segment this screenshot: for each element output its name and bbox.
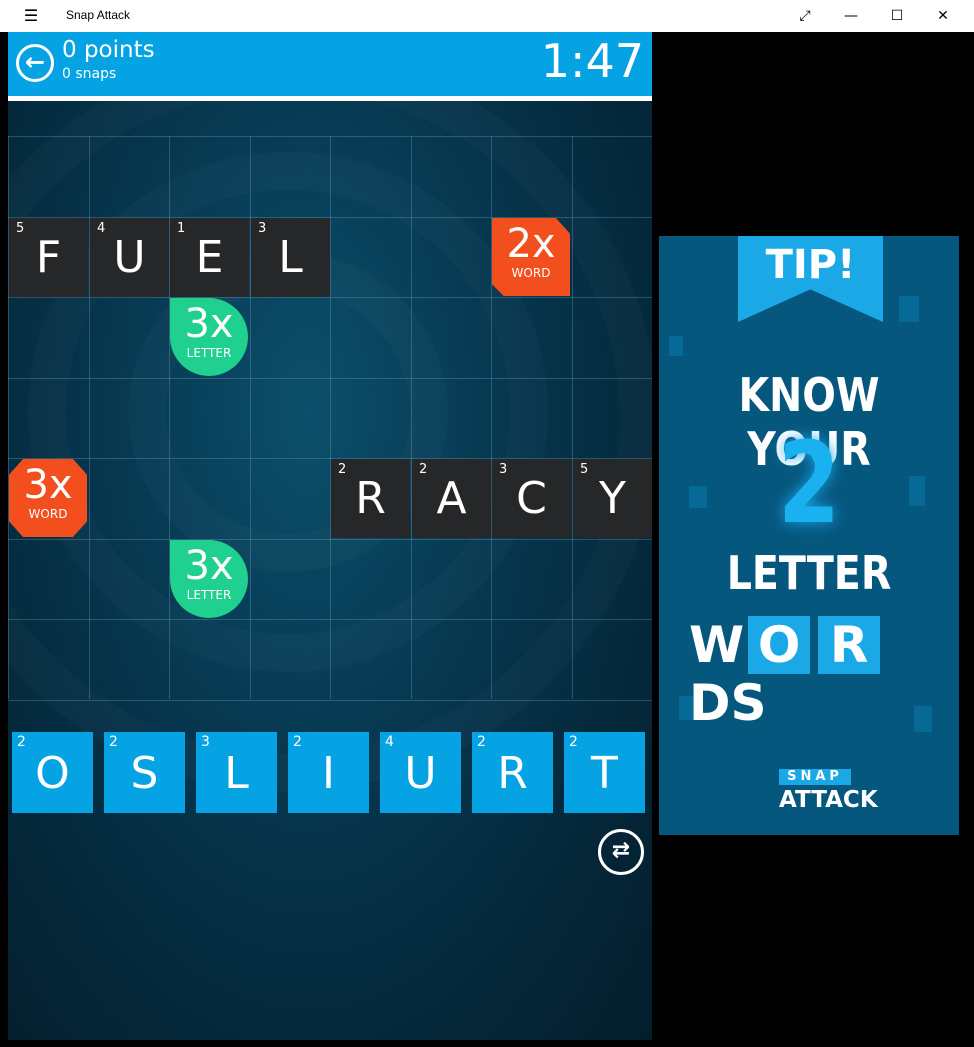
tile-letter: S <box>130 748 159 799</box>
rack-tile[interactable]: 2R <box>472 732 553 813</box>
tile-letter: E <box>195 232 224 283</box>
board-gridline <box>491 136 492 699</box>
rack-tile[interactable]: 4U <box>380 732 461 813</box>
board-tile: 5F <box>9 218 88 297</box>
tile-letter: L <box>278 232 303 283</box>
tip-ribbon: TIP! <box>738 236 883 322</box>
points-label: 0 points <box>62 37 155 63</box>
ad-word-part: W <box>689 616 745 674</box>
ad-word-part: DS <box>689 674 767 732</box>
board-tile: 1E <box>170 218 249 297</box>
tile-letter: Y <box>599 473 626 524</box>
title-bar: ☰ Snap Attack ⤢ — ☐ ✕ <box>0 0 974 32</box>
bonus-multiplier: 3x <box>184 301 234 347</box>
snaps-label: 0 snaps <box>62 66 117 82</box>
ad-number: 2 <box>777 419 841 549</box>
tile-letter: R <box>497 748 528 799</box>
maximize-button[interactable]: ☐ <box>874 0 920 32</box>
tile-letter: T <box>591 748 618 799</box>
ad-decoration <box>669 336 683 356</box>
rack-tile[interactable]: 2I <box>288 732 369 813</box>
tile-letter: A <box>436 473 467 524</box>
menu-icon[interactable]: ☰ <box>18 6 44 26</box>
game-board[interactable]: 5 F 4 U 1 E 3 L 2 R 2 A 3 C 5 Y 2x WORD 3x LETTER 3x WORD 3x LE… <box>8 136 652 701</box>
board-tile: 3L <box>251 218 330 297</box>
tile-letter: I <box>322 748 335 799</box>
board-gridline <box>330 136 331 699</box>
ad-word-part-highlight: R <box>818 616 881 674</box>
word-bonus-square: 3x WORD <box>9 459 87 537</box>
tile-letter: O <box>35 748 70 799</box>
window-title: Snap Attack <box>66 8 131 22</box>
timer: 1:47 <box>540 34 644 88</box>
tip-ad-banner[interactable]: TIP! KNOW YOUR 2 LETTER W O RDS SNAP ATTAC… <box>659 236 959 835</box>
ad-word-part-highlight: O <box>748 616 811 674</box>
letter-bonus-square: 3x LETTER <box>170 540 248 618</box>
rack-tile[interactable]: 2S <box>104 732 185 813</box>
bonus-kind: WORD <box>28 507 68 521</box>
tile-letter: U <box>404 748 437 799</box>
header-divider <box>8 96 652 101</box>
board-tile: 2A <box>412 459 491 538</box>
board-tile: 2R <box>331 459 410 538</box>
bonus-kind: LETTER <box>186 346 232 360</box>
board-tile: 4U <box>90 218 169 297</box>
tile-letter: C <box>516 473 547 524</box>
tile-letter: L <box>224 748 249 799</box>
rack-tile[interactable]: 2T <box>564 732 645 813</box>
shuffle-icon[interactable]: ⇄ <box>598 829 644 875</box>
bonus-kind: WORD <box>511 266 551 280</box>
rack-tile[interactable]: 3L <box>196 732 277 813</box>
bonus-multiplier: 3x <box>184 543 234 589</box>
score-header: ← 0 points 0 snaps 1:47 <box>8 32 652 101</box>
tile-letter: F <box>35 232 62 283</box>
minimize-button[interactable]: — <box>828 0 874 32</box>
letter-rack: 2O2S3L2I4U2R2T <box>12 732 652 814</box>
app-window: ☰ Snap Attack ⤢ — ☐ ✕ ← 0 points 0 snaps… <box>0 0 974 1047</box>
bonus-multiplier: 3x <box>23 462 73 508</box>
tip-text: TIP! <box>765 242 856 288</box>
game-area: ← 0 points 0 snaps 1:47 5F4U1E3L2R2A3C5Y… <box>8 32 652 1040</box>
logo-bottom: ATTACK <box>779 787 878 813</box>
word-bonus-square: 2x WORD <box>492 218 570 296</box>
bonus-multiplier: 2x <box>506 221 556 267</box>
letter-bonus-square: 3x LETTER <box>170 298 248 376</box>
ad-line-letter: LETTER <box>726 546 892 600</box>
back-arrow-icon[interactable]: ← <box>16 44 54 82</box>
logo-top: SNAP <box>779 769 851 785</box>
bonus-kind: LETTER <box>186 588 232 602</box>
board-gridline <box>572 136 573 699</box>
tile-letter: U <box>113 232 146 283</box>
close-button[interactable]: ✕ <box>920 0 966 32</box>
board-gridline <box>411 136 412 699</box>
board-tile: 5Y <box>573 459 652 538</box>
tile-letter: R <box>355 473 386 524</box>
ad-decoration <box>914 706 932 732</box>
fullscreen-button[interactable]: ⤢ <box>782 0 828 32</box>
board-tile: 3C <box>492 459 571 538</box>
rack-tile[interactable]: 2O <box>12 732 93 813</box>
ad-line-words: W O R DS <box>689 616 959 732</box>
snap-attack-logo: SNAP ATTACK <box>779 769 878 821</box>
ad-decoration <box>899 296 919 322</box>
board-gridline <box>8 700 652 701</box>
